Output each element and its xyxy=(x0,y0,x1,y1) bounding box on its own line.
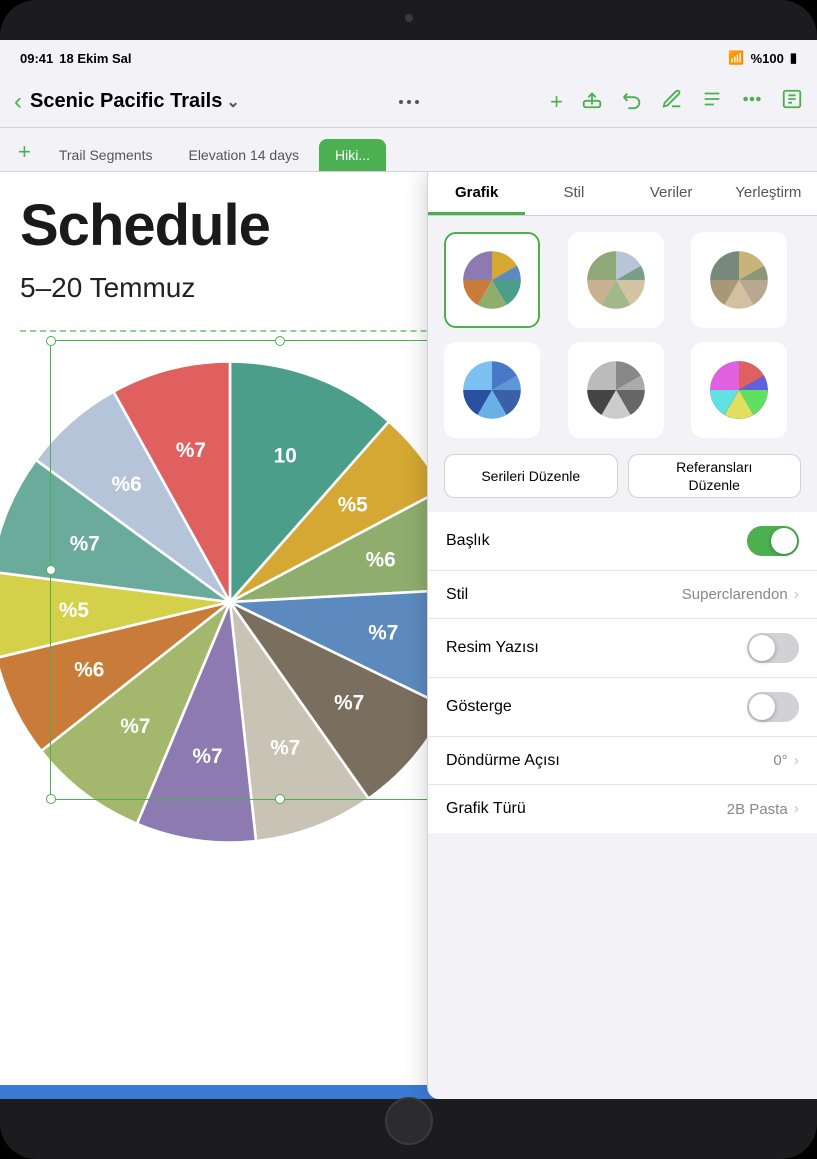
main-content: Schedule 5–20 Temmuz 10 %5 %6 %7 %7 %7 %7 %7 %6%… xyxy=(0,172,817,1099)
panel-tab-stil[interactable]: Stil xyxy=(525,172,622,215)
svg-text:%5: %5 xyxy=(59,599,89,622)
page-subheading: 5–20 Temmuz xyxy=(20,272,195,304)
svg-text:%7: %7 xyxy=(70,533,100,556)
nav-actions: + xyxy=(550,88,803,116)
edit-references-button[interactable]: Referansları Düzenle xyxy=(628,454,802,498)
chart-style-3[interactable] xyxy=(691,232,787,328)
chart-style-6[interactable] xyxy=(691,342,787,438)
pie-chart-svg: 10 %5 %6 %7 %7 %7 %7 %7 %6 %5 %7 %6 %7 xyxy=(0,342,490,862)
notes-button[interactable] xyxy=(781,88,803,116)
title-text: Scenic Pacific Trails xyxy=(30,90,222,113)
tab-elevation[interactable]: Elevation 14 days xyxy=(172,139,315,171)
wifi-icon: 📶 xyxy=(728,50,744,66)
gosterge-label: Gösterge xyxy=(446,698,512,716)
edit-series-button[interactable]: Serileri Düzenle xyxy=(444,454,618,498)
stil-value: Superclarendon › xyxy=(682,586,799,604)
status-left: 09:41 18 Ekim Sal xyxy=(20,51,132,66)
stil-row[interactable]: Stil Superclarendon › xyxy=(428,571,817,619)
tab-hiki[interactable]: Hiki... xyxy=(319,139,386,171)
tab-trail-segments[interactable]: Trail Segments xyxy=(43,139,169,171)
more-button[interactable] xyxy=(741,88,763,116)
document-title[interactable]: Scenic Pacific Trails ⌄ xyxy=(30,90,240,113)
dot-1 xyxy=(399,100,403,104)
dondrurme-value: 0° › xyxy=(773,752,799,770)
action-buttons-row: Serileri Düzenle Referansları Düzenle xyxy=(428,454,817,512)
gosterge-row: Gösterge xyxy=(428,678,817,737)
chart-style-grid xyxy=(428,216,817,454)
stil-chevron-icon: › xyxy=(794,586,799,604)
gosterge-toggle[interactable] xyxy=(747,692,799,722)
stil-label: Stil xyxy=(446,586,468,604)
dot-3 xyxy=(415,100,419,104)
chart-style-4[interactable] xyxy=(444,342,540,438)
svg-text:%6: %6 xyxy=(74,659,104,682)
settings-section: Başlık Stil Superclarendon › xyxy=(428,512,817,833)
ipad-frame: 09:41 18 Ekim Sal 📶 %100 ▮ ‹ Scenic Paci… xyxy=(0,0,817,1159)
panel-tabs: Grafik Stil Veriler Yerleştirm xyxy=(428,172,817,216)
dondrurme-label: Döndürme Açısı xyxy=(446,752,560,770)
nav-bar: ‹ Scenic Pacific Trails ⌄ + xyxy=(0,76,817,128)
baslik-label: Başlık xyxy=(446,532,490,550)
title-chevron-icon: ⌄ xyxy=(226,92,239,112)
chart-style-2[interactable] xyxy=(568,232,664,328)
dot-2 xyxy=(407,100,411,104)
dondrurme-chevron-icon: › xyxy=(794,752,799,770)
baslik-toggle-knob xyxy=(771,528,797,554)
page-heading: Schedule xyxy=(20,192,270,259)
resim-yazisi-label: Resim Yazısı xyxy=(446,639,539,657)
grafik-turu-label: Grafik Türü xyxy=(446,800,526,818)
add-tab-button[interactable]: + xyxy=(10,133,39,171)
tabs-bar: + Trail Segments Elevation 14 days Hiki.… xyxy=(0,128,817,172)
chart-style-1[interactable] xyxy=(444,232,540,328)
battery-icon: ▮ xyxy=(790,50,797,66)
text-icon[interactable] xyxy=(701,88,723,116)
svg-text:%7: %7 xyxy=(334,692,364,715)
svg-text:%6: %6 xyxy=(366,549,396,572)
chart-style-5[interactable] xyxy=(568,342,664,438)
panel-tab-veriler[interactable]: Veriler xyxy=(623,172,720,215)
status-right: 📶 %100 ▮ xyxy=(728,50,797,66)
svg-text:10: 10 xyxy=(274,444,297,467)
resim-yazisi-toggle-knob xyxy=(749,635,775,661)
nav-left: ‹ Scenic Pacific Trails ⌄ xyxy=(14,88,240,116)
panel-tab-yerlestirm[interactable]: Yerleştirm xyxy=(720,172,817,215)
undo-button[interactable] xyxy=(621,88,643,116)
battery-percent: %100 xyxy=(751,51,784,66)
grafik-turu-row[interactable]: Grafik Türü 2B Pasta › xyxy=(428,785,817,833)
svg-text:%7: %7 xyxy=(192,745,222,768)
settings-list: Başlık Stil Superclarendon › xyxy=(428,512,817,1099)
svg-text:%5: %5 xyxy=(338,494,368,517)
dondrurme-row[interactable]: Döndürme Açısı 0° › xyxy=(428,737,817,785)
camera-dot xyxy=(405,14,413,22)
share-button[interactable] xyxy=(581,88,603,116)
svg-text:%6: %6 xyxy=(112,473,142,496)
annotate-button[interactable] xyxy=(661,88,683,116)
status-date: 18 Ekim Sal xyxy=(59,51,131,66)
grafik-turu-chevron-icon: › xyxy=(794,800,799,818)
resim-yazisi-row: Resim Yazısı xyxy=(428,619,817,678)
baslik-toggle[interactable] xyxy=(747,526,799,556)
pie-chart[interactable]: 10 %5 %6 %7 %7 %7 %7 %7 %6 %5 %7 %6 %7 xyxy=(0,342,490,862)
svg-text:%7: %7 xyxy=(368,621,398,644)
resim-yazisi-toggle[interactable] xyxy=(747,633,799,663)
gosterge-toggle-knob xyxy=(749,694,775,720)
panel-tab-grafik[interactable]: Grafik xyxy=(428,172,525,215)
grafik-turu-value: 2B Pasta › xyxy=(727,800,799,818)
format-panel: Grafik Stil Veriler Yerleştirm xyxy=(427,172,817,1099)
status-bar: 09:41 18 Ekim Sal 📶 %100 ▮ xyxy=(0,40,817,76)
add-button[interactable]: + xyxy=(550,89,563,115)
nav-dots xyxy=(399,100,419,104)
home-button[interactable] xyxy=(385,1097,433,1145)
svg-text:%7: %7 xyxy=(176,439,206,462)
back-button[interactable]: ‹ xyxy=(14,88,22,116)
svg-text:%7: %7 xyxy=(270,737,300,760)
svg-text:%7: %7 xyxy=(120,715,150,738)
baslik-row: Başlık xyxy=(428,512,817,571)
screen: 09:41 18 Ekim Sal 📶 %100 ▮ ‹ Scenic Paci… xyxy=(0,40,817,1099)
status-time: 09:41 xyxy=(20,51,53,66)
